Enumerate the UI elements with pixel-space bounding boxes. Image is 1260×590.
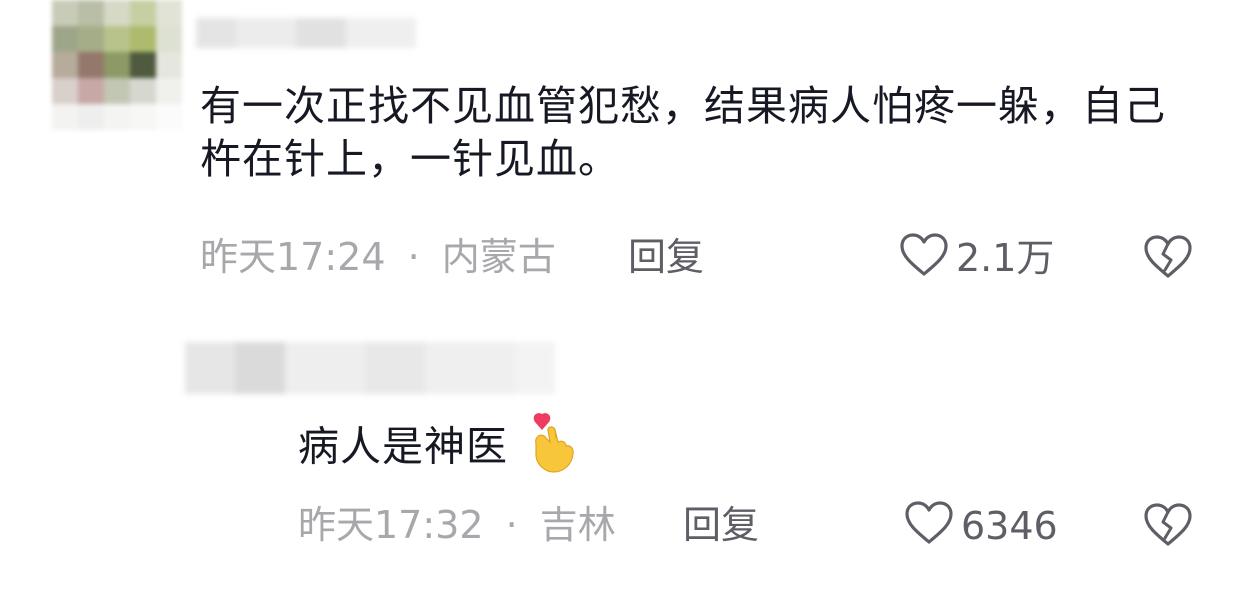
dislike-button[interactable] bbox=[1142, 500, 1194, 556]
reply-text: 病人是神医 bbox=[298, 412, 578, 487]
avatar[interactable] bbox=[52, 0, 182, 130]
heart-outline-icon bbox=[903, 498, 955, 554]
dislike-button[interactable] bbox=[1142, 232, 1194, 288]
comment-text: 有一次正找不见血管犯愁，结果病人怕疼一躲，自己杵在针上，一针见血。 bbox=[200, 82, 1166, 183]
finger-heart-emoji bbox=[528, 412, 578, 487]
like-button[interactable]: 6346 bbox=[903, 498, 1058, 554]
username-redacted[interactable] bbox=[185, 342, 555, 394]
username-redacted[interactable] bbox=[196, 18, 416, 48]
heart-outline-icon bbox=[898, 230, 950, 286]
broken-heart-icon bbox=[1142, 235, 1194, 288]
timestamp: 昨天17:24 bbox=[200, 235, 386, 279]
like-count: 6346 bbox=[961, 504, 1058, 548]
reply-meta: 昨天17:32 · 吉林 bbox=[298, 506, 616, 544]
location: 吉林 bbox=[539, 503, 616, 547]
broken-heart-icon bbox=[1142, 503, 1194, 556]
like-button[interactable]: 2.1万 bbox=[898, 230, 1054, 286]
separator: · bbox=[505, 503, 518, 547]
comment-meta: 昨天17:24 · 内蒙古 bbox=[200, 238, 556, 276]
reply-button[interactable]: 回复 bbox=[683, 506, 759, 544]
separator: · bbox=[407, 235, 420, 279]
like-count: 2.1万 bbox=[956, 236, 1055, 280]
reply-button[interactable]: 回复 bbox=[628, 238, 704, 276]
timestamp: 昨天17:32 bbox=[298, 503, 484, 547]
comment-item: 有一次正找不见血管犯愁，结果病人怕疼一躲，自己杵在针上，一针见血。 昨天17:2… bbox=[0, 0, 1260, 300]
location: 内蒙古 bbox=[441, 235, 556, 279]
reply-item: 病人是神医 昨天17:32 · 吉林 回复 6346 bbox=[0, 300, 1260, 590]
